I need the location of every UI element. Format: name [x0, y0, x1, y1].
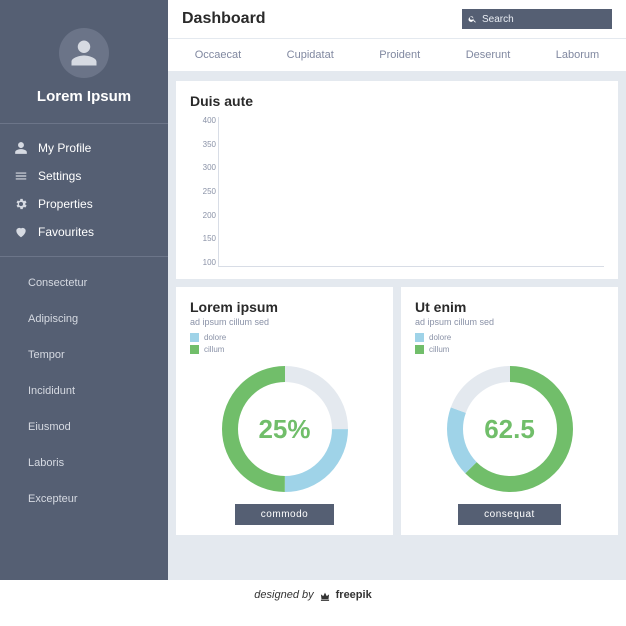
user-icon — [14, 141, 28, 155]
avatar-wrap — [0, 20, 168, 88]
app-shell: Lorem Ipsum My Profile Settings Properties… — [0, 0, 626, 580]
card-action-button[interactable]: commodo — [235, 504, 334, 525]
nav-item-properties[interactable]: Properties — [0, 190, 168, 218]
tab-laborum[interactable]: Laborum — [552, 47, 603, 63]
nav-item-incididunt[interactable]: Incididunt — [0, 373, 168, 409]
legend-swatch — [190, 333, 199, 342]
legend-label: dolore — [429, 333, 451, 342]
tab-proident[interactable]: Proident — [375, 47, 424, 63]
nav-item-excepteur[interactable]: Excepteur — [0, 481, 168, 517]
attribution-footer: designed by freepik — [0, 580, 626, 610]
heart-icon — [14, 225, 28, 239]
footer-brand: freepik — [336, 589, 372, 601]
nav-item-laboris[interactable]: Laboris — [0, 445, 168, 481]
footer-prefix: designed by — [254, 589, 313, 601]
nav-label: My Profile — [38, 141, 91, 155]
legend-item: cillum — [190, 345, 379, 354]
legend-label: dolore — [204, 333, 226, 342]
gear-icon — [14, 197, 28, 211]
donut-value: 62.5 — [445, 364, 575, 494]
nav-item-adipiscing[interactable]: Adipiscing — [0, 301, 168, 337]
donut-wrap: 25% — [190, 354, 379, 504]
nav-item-consectetur[interactable]: Consectetur — [0, 265, 168, 301]
donut-chart: 62.5 — [445, 364, 575, 494]
nav-label: Settings — [38, 169, 81, 183]
card-subtitle: ad ipsum cillum sed — [190, 317, 379, 327]
nav-primary: My Profile Settings Properties Favourites — [0, 123, 168, 257]
bar-chart-y-axis: 100150200250300350400 — [190, 117, 216, 267]
nav-item-tempor[interactable]: Tempor — [0, 337, 168, 373]
tab-cupidatat[interactable]: Cupidatat — [283, 47, 338, 63]
search-icon — [468, 14, 477, 24]
bar-chart: 100150200250300350400 — [190, 117, 604, 267]
stat-card: Ut enim ad ipsum cillum sed dolore cillum 62… — [401, 287, 618, 535]
header: Dashboard Occaecat Cupidatat Proident Deser… — [168, 0, 626, 73]
donut-wrap: 62.5 — [415, 354, 604, 504]
nav-secondary: ConsecteturAdipiscingTemporIncididuntEiu… — [0, 257, 168, 525]
nav-item-favourites[interactable]: Favourites — [0, 218, 168, 246]
bar-chart-bars — [218, 117, 604, 267]
card-subtitle: ad ipsum cillum sed — [415, 317, 604, 327]
menu-icon — [14, 169, 28, 183]
tabs: Occaecat Cupidatat Proident Deserunt Laborum — [168, 39, 626, 71]
avatar[interactable] — [59, 28, 109, 78]
card-title: Ut enim — [415, 299, 604, 315]
page-title: Dashboard — [182, 10, 266, 28]
legend-swatch — [415, 345, 424, 354]
legend-label: cillum — [204, 345, 224, 354]
donut-value: 25% — [220, 364, 350, 494]
legend-swatch — [190, 345, 199, 354]
crown-icon — [318, 588, 332, 602]
nav-item-settings[interactable]: Settings — [0, 162, 168, 190]
nav-label: Favourites — [38, 225, 94, 239]
search-input[interactable] — [482, 14, 606, 25]
card-title: Lorem ipsum — [190, 299, 379, 315]
legend: dolore cillum — [190, 333, 379, 354]
nav-label: Properties — [38, 197, 93, 211]
content: Duis aute 100150200250300350400 Lorem ip… — [168, 73, 626, 580]
nav-item-my-profile[interactable]: My Profile — [0, 134, 168, 162]
legend-item: dolore — [415, 333, 604, 342]
username: Lorem Ipsum — [0, 88, 168, 123]
legend-swatch — [415, 333, 424, 342]
card-action-button[interactable]: consequat — [458, 504, 561, 525]
main: Dashboard Occaecat Cupidatat Proident Deser… — [168, 0, 626, 580]
tab-occaecat[interactable]: Occaecat — [191, 47, 245, 63]
bar-chart-panel: Duis aute 100150200250300350400 — [176, 81, 618, 279]
cards-row: Lorem ipsum ad ipsum cillum sed dolore cill… — [176, 287, 618, 535]
donut-chart: 25% — [220, 364, 350, 494]
search-box[interactable] — [462, 9, 612, 29]
header-top: Dashboard — [168, 0, 626, 39]
legend-item: cillum — [415, 345, 604, 354]
legend-item: dolore — [190, 333, 379, 342]
legend-label: cillum — [429, 345, 449, 354]
bar-chart-title: Duis aute — [190, 93, 604, 109]
stat-card: Lorem ipsum ad ipsum cillum sed dolore cill… — [176, 287, 393, 535]
legend: dolore cillum — [415, 333, 604, 354]
tab-deserunt[interactable]: Deserunt — [462, 47, 515, 63]
user-icon — [69, 38, 99, 68]
sidebar: Lorem Ipsum My Profile Settings Properties… — [0, 0, 168, 580]
nav-item-eiusmod[interactable]: Eiusmod — [0, 409, 168, 445]
